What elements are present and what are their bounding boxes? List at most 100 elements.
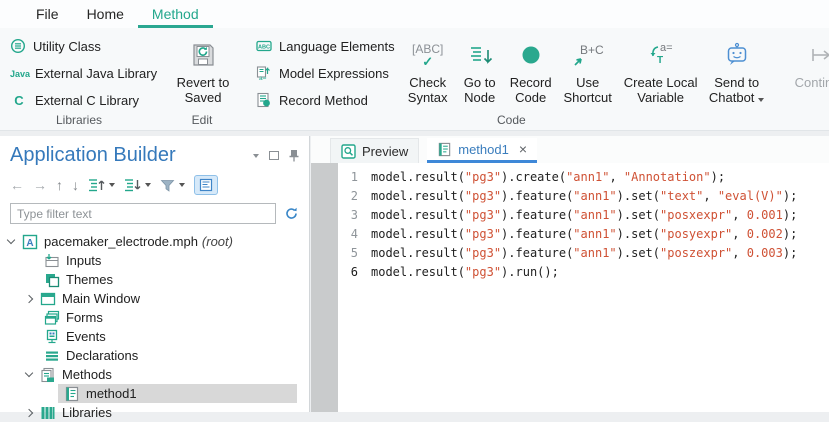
chevron-down-icon: [758, 98, 764, 102]
chatbot-icon: [723, 41, 751, 69]
send-to-chatbot-button[interactable]: Send to Chatbot: [703, 34, 771, 118]
breakpoint-margin[interactable]: [311, 163, 338, 412]
language-elements-button[interactable]: ABC Language Elements: [254, 36, 401, 56]
inputs-icon: [44, 253, 60, 269]
code-line[interactable]: 2 model.result("pg3").feature("ann1").set…: [338, 187, 829, 206]
tree-item-declarations[interactable]: Declarations: [0, 346, 309, 365]
record-code-icon: [518, 42, 544, 68]
expander-collapse-icon[interactable]: [7, 236, 15, 244]
go-to-node-button[interactable]: Go to Node: [455, 34, 505, 118]
list-up-icon: [88, 177, 105, 193]
create-local-variable-button[interactable]: a= T Create Local Variable: [619, 34, 703, 118]
themes-icon: [44, 272, 60, 288]
ribbon-group-code: ABC Language Elements a= Model Expressio…: [246, 28, 777, 130]
expander-expand-icon[interactable]: [25, 408, 33, 416]
tree-item-methods[interactable]: Methods: [0, 365, 309, 384]
check-syntax-label: Check Syntax: [405, 75, 451, 105]
model-tree: A pacemaker_electrode.mph (root) Inputs …: [0, 232, 309, 422]
svg-text:ABC: ABC: [258, 44, 270, 50]
revert-to-saved-button[interactable]: Revert to Saved: [170, 34, 236, 118]
libraries-buttons: Utility Class Java External Java Library…: [8, 34, 163, 112]
line-number: 5: [338, 244, 358, 263]
tree-item-label: Methods: [62, 367, 112, 382]
code-text: model.result("pg3").feature("ann1").set(…: [371, 187, 797, 206]
application-builder-panel: Application Builder ← → ↑ ↓: [0, 136, 310, 412]
tree-item-label: Libraries: [62, 405, 112, 420]
model-expressions-button[interactable]: a= Model Expressions: [254, 63, 401, 83]
code-text: model.result("pg3").feature("ann1").set(…: [371, 225, 797, 244]
tree-root-suffix: (root): [202, 234, 233, 249]
java-icon: Java: [10, 69, 28, 79]
tree-item-themes[interactable]: Themes: [0, 270, 309, 289]
line-number: 6: [338, 263, 358, 282]
record-method-button[interactable]: Record Method: [254, 90, 401, 110]
filter-input[interactable]: [10, 203, 276, 224]
external-java-library-label: External Java Library: [35, 66, 157, 81]
tree-item-method1[interactable]: method1: [0, 384, 309, 403]
code-line[interactable]: 3model.result("pg3").feature("ann1").set…: [338, 206, 829, 225]
tab-method[interactable]: Method: [138, 1, 213, 28]
tree-item-forms[interactable]: Forms: [0, 308, 309, 327]
create-local-variable-label: Create Local Variable: [623, 75, 699, 105]
line-number: 1: [338, 168, 358, 187]
preview-icon: [341, 144, 356, 159]
check-syntax-button[interactable]: [ABC] ✓ Check Syntax: [401, 34, 455, 118]
code-area[interactable]: 1model.result("pg3").create("ann1", "Ann…: [311, 163, 829, 412]
utility-class-icon: [10, 38, 26, 54]
back-button[interactable]: ←: [10, 177, 24, 193]
show-details-toggle[interactable]: [194, 175, 218, 195]
use-shortcut-icon: B+C: [571, 41, 605, 69]
line-number: 2: [338, 187, 358, 206]
code-line[interactable]: 5model.result("pg3").feature("ann1").set…: [338, 244, 829, 263]
tree-item-label: Themes: [66, 272, 113, 287]
libraries-icon: [40, 405, 56, 421]
utility-class-label: Utility Class: [33, 39, 101, 54]
tab-file[interactable]: File: [22, 1, 73, 28]
collapse-up-button[interactable]: [88, 177, 115, 193]
tree-item-inputs[interactable]: Inputs: [0, 251, 309, 270]
close-tab-icon[interactable]: ×: [519, 141, 527, 157]
move-down-button[interactable]: ↓: [72, 177, 79, 193]
language-elements-label: Language Elements: [279, 39, 395, 54]
float-window-icon[interactable]: [269, 151, 279, 160]
ribbon-group-libraries: Utility Class Java External Java Library…: [0, 28, 158, 130]
revert-to-saved-icon: [189, 41, 217, 69]
expander-expand-icon[interactable]: [25, 294, 33, 302]
tree-item-events[interactable]: Events: [0, 327, 309, 346]
code-line[interactable]: 4model.result("pg3").feature("ann1").set…: [338, 225, 829, 244]
tab-preview-label: Preview: [362, 144, 408, 159]
external-java-library-button[interactable]: Java External Java Library: [8, 64, 163, 83]
tree-item-main-window[interactable]: Main Window: [0, 289, 309, 308]
go-to-node-icon: [467, 42, 493, 68]
continue-button[interactable]: Continue: [789, 34, 829, 118]
tree-item-libraries[interactable]: Libraries: [0, 403, 309, 422]
code-text: model.result("pg3").run();: [371, 263, 559, 282]
record-code-button[interactable]: Record Code: [505, 34, 557, 118]
filter-button[interactable]: [160, 178, 185, 193]
refresh-icon[interactable]: [284, 206, 299, 221]
utility-class-button[interactable]: Utility Class: [8, 36, 163, 56]
panel-menu-chevron-icon[interactable]: [253, 154, 259, 158]
tab-home[interactable]: Home: [73, 1, 138, 28]
tab-method1[interactable]: method1 ×: [427, 138, 537, 163]
expand-down-button[interactable]: [124, 177, 151, 193]
move-up-button[interactable]: ↑: [56, 177, 63, 193]
code-line[interactable]: 1model.result("pg3").create("ann1", "Ann…: [338, 168, 829, 187]
tree-root-row[interactable]: A pacemaker_electrode.mph (root): [0, 232, 309, 251]
external-c-library-button[interactable]: C External C Library: [8, 91, 163, 110]
tab-preview[interactable]: Preview: [330, 138, 419, 163]
code-line[interactable]: 6 model.result("pg3").run();: [338, 263, 829, 282]
pin-icon[interactable]: [289, 149, 299, 162]
svg-text:a=: a=: [660, 42, 673, 54]
tree-item-label: Events: [66, 329, 106, 344]
continue-label: Continue: [795, 75, 829, 90]
forward-button[interactable]: →: [33, 177, 47, 193]
tab-method1-label: method1: [458, 142, 509, 157]
list-down-icon: [124, 177, 141, 193]
ribbon-group-edit: Revert to Saved Edit: [162, 28, 242, 130]
forms-icon: [44, 310, 60, 326]
use-shortcut-button[interactable]: B+C Use Shortcut: [557, 34, 619, 118]
tree-root-label: pacemaker_electrode.mph: [44, 234, 198, 249]
tree-item-label: Main Window: [62, 291, 140, 306]
expander-collapse-icon[interactable]: [25, 369, 33, 377]
